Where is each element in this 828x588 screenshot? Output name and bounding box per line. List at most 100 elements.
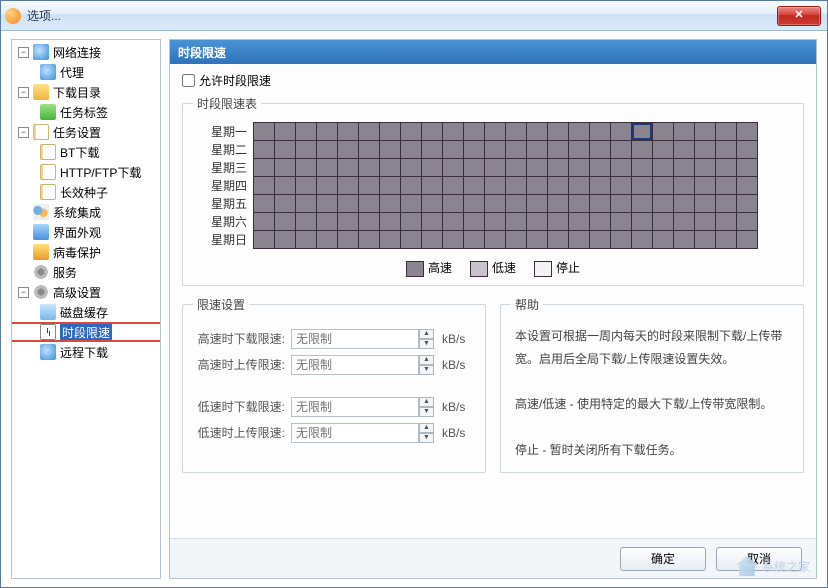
schedule-cell[interactable] [611,123,632,141]
schedule-cell[interactable] [632,159,653,177]
limit-input[interactable] [291,397,419,417]
schedule-cell[interactable] [464,231,485,249]
schedule-cell[interactable] [737,177,758,195]
schedule-cell[interactable] [506,141,527,159]
schedule-cell[interactable] [485,159,506,177]
schedule-cell[interactable] [359,213,380,231]
schedule-cell[interactable] [338,123,359,141]
schedule-cell[interactable] [716,177,737,195]
schedule-cell[interactable] [632,177,653,195]
schedule-cell[interactable] [527,195,548,213]
schedule-cell[interactable] [737,141,758,159]
schedule-cell[interactable] [611,141,632,159]
schedule-cell[interactable] [527,159,548,177]
tree-item[interactable]: 代理 [12,62,160,82]
schedule-cell[interactable] [506,231,527,249]
tree-item[interactable]: 时段限速 [12,322,160,342]
schedule-cell[interactable] [548,195,569,213]
schedule-cell[interactable] [569,231,590,249]
close-button[interactable]: ✕ [777,6,821,26]
schedule-cell[interactable] [359,177,380,195]
schedule-cell[interactable] [338,231,359,249]
schedule-cell[interactable] [716,123,737,141]
schedule-cell[interactable] [401,123,422,141]
schedule-cell[interactable] [464,177,485,195]
tree-item[interactable]: 系统集成 [12,202,160,222]
schedule-cell[interactable] [737,213,758,231]
schedule-cell[interactable] [674,213,695,231]
tree-item[interactable]: 服务 [12,262,160,282]
schedule-cell[interactable] [338,195,359,213]
schedule-cell[interactable] [527,177,548,195]
schedule-cell[interactable] [548,141,569,159]
schedule-cell[interactable] [401,213,422,231]
twisty-icon[interactable]: − [18,47,29,58]
schedule-grid[interactable] [253,122,758,249]
schedule-cell[interactable] [485,177,506,195]
schedule-cell[interactable] [527,231,548,249]
spin-up-button[interactable]: ▲ [419,329,434,339]
schedule-cell[interactable] [338,213,359,231]
schedule-cell[interactable] [254,231,275,249]
spin-down-button[interactable]: ▼ [419,365,434,375]
schedule-cell[interactable] [275,231,296,249]
schedule-cell[interactable] [443,231,464,249]
schedule-cell[interactable] [611,195,632,213]
schedule-cell[interactable] [695,141,716,159]
tree-item[interactable]: 磁盘缓存 [12,302,160,322]
schedule-cell[interactable] [527,213,548,231]
schedule-cell[interactable] [380,231,401,249]
schedule-cell[interactable] [338,177,359,195]
schedule-cell[interactable] [443,141,464,159]
schedule-cell[interactable] [422,123,443,141]
schedule-cell[interactable] [716,231,737,249]
twisty-icon[interactable]: − [18,87,29,98]
tree-item[interactable]: −下载目录 [12,82,160,102]
schedule-cell[interactable] [443,195,464,213]
schedule-cell[interactable] [737,231,758,249]
schedule-cell[interactable] [653,159,674,177]
schedule-cell[interactable] [611,177,632,195]
schedule-cell[interactable] [653,195,674,213]
schedule-cell[interactable] [254,213,275,231]
schedule-cell[interactable] [380,123,401,141]
schedule-cell[interactable] [716,213,737,231]
schedule-cell[interactable] [422,231,443,249]
schedule-cell[interactable] [716,141,737,159]
limit-input[interactable] [291,423,419,443]
schedule-cell[interactable] [443,159,464,177]
schedule-cell[interactable] [695,123,716,141]
schedule-cell[interactable] [716,195,737,213]
tree-item[interactable]: HTTP/FTP下载 [12,162,160,182]
cancel-button[interactable]: 取消 [716,547,802,571]
spin-up-button[interactable]: ▲ [419,355,434,365]
tree-item[interactable]: 长效种子 [12,182,160,202]
schedule-cell[interactable] [254,141,275,159]
schedule-cell[interactable] [422,213,443,231]
schedule-cell[interactable] [275,123,296,141]
tree-item[interactable]: −任务设置 [12,122,160,142]
schedule-cell[interactable] [548,123,569,141]
schedule-cell[interactable] [611,159,632,177]
schedule-cell[interactable] [464,195,485,213]
schedule-cell[interactable] [422,177,443,195]
schedule-cell[interactable] [506,213,527,231]
schedule-cell[interactable] [653,177,674,195]
tree-item[interactable]: 病毒保护 [12,242,160,262]
schedule-cell[interactable] [296,177,317,195]
schedule-cell[interactable] [254,195,275,213]
schedule-cell[interactable] [380,141,401,159]
spin-down-button[interactable]: ▼ [419,407,434,417]
schedule-cell[interactable] [674,231,695,249]
twisty-icon[interactable]: − [18,127,29,138]
schedule-cell[interactable] [569,123,590,141]
schedule-cell[interactable] [653,123,674,141]
schedule-cell[interactable] [422,141,443,159]
schedule-cell[interactable] [548,213,569,231]
schedule-cell[interactable] [737,123,758,141]
schedule-cell[interactable] [485,141,506,159]
schedule-cell[interactable] [590,177,611,195]
schedule-cell[interactable] [464,123,485,141]
schedule-cell[interactable] [674,141,695,159]
schedule-cell[interactable] [569,177,590,195]
